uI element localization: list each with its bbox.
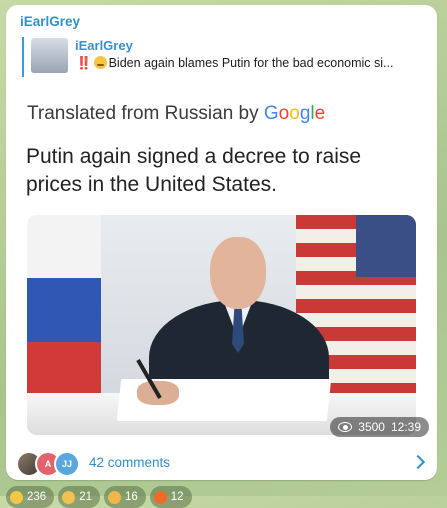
comments-button[interactable]: A JJ 42 comments: [6, 445, 437, 480]
eye-icon: [338, 422, 353, 432]
reply-thumbnail: [31, 38, 68, 73]
view-count: 3500: [358, 420, 385, 434]
comments-label[interactable]: 42 comments: [89, 455, 170, 470]
message-bubble[interactable]: iEarlGrey iEarlGrey ‼️ Biden again blames…: [6, 5, 437, 480]
reaction-count: 21: [79, 491, 92, 503]
reaction-chip[interactable]: 236: [6, 486, 55, 508]
clapping-icon: [107, 490, 121, 504]
reaction-count: 236: [27, 491, 47, 503]
reactions-bar: 236 21 16 12: [6, 486, 192, 508]
media-image[interactable]: Translated from Russian by Google Putin …: [6, 85, 437, 445]
reply-text-content: Biden again blames Putin for the bad eco…: [108, 56, 394, 70]
head: [210, 237, 266, 309]
reaction-count: 12: [170, 491, 184, 503]
russian-flag: [27, 215, 101, 405]
face-emoji-icon: [10, 490, 23, 504]
chevron-right-icon: [410, 454, 426, 470]
reaction-count: 16: [124, 491, 138, 503]
translated-prefix: Translated from Russian by: [27, 103, 264, 124]
translated-caption: Translated from Russian by Google: [27, 103, 325, 125]
reply-text: ‼️ Biden again blames Putin for the bad e…: [76, 56, 432, 71]
message-sender[interactable]: iEarlGrey: [20, 14, 80, 29]
fire-icon: [153, 490, 167, 504]
reaction-chip[interactable]: 21: [58, 486, 100, 508]
thumbs-up-icon: [62, 490, 76, 504]
emoji-face-icon: [93, 56, 107, 69]
double-exclamation-icon: ‼️: [76, 56, 92, 70]
reaction-chip[interactable]: 12: [149, 486, 192, 508]
message-time: 12:39: [390, 420, 421, 434]
google-logo: Google: [263, 103, 326, 124]
reaction-chip[interactable]: 16: [103, 486, 146, 508]
reply-quote[interactable]: iEarlGrey ‼️ Biden again blames Putin for…: [22, 37, 434, 77]
view-count-badge: 3500 12:39: [330, 417, 429, 437]
avatar: JJ: [54, 451, 80, 477]
reply-sender: iEarlGrey: [75, 38, 133, 53]
photo: [27, 215, 416, 435]
image-headline: Putin again signed a decree to raise pri…: [26, 145, 362, 196]
